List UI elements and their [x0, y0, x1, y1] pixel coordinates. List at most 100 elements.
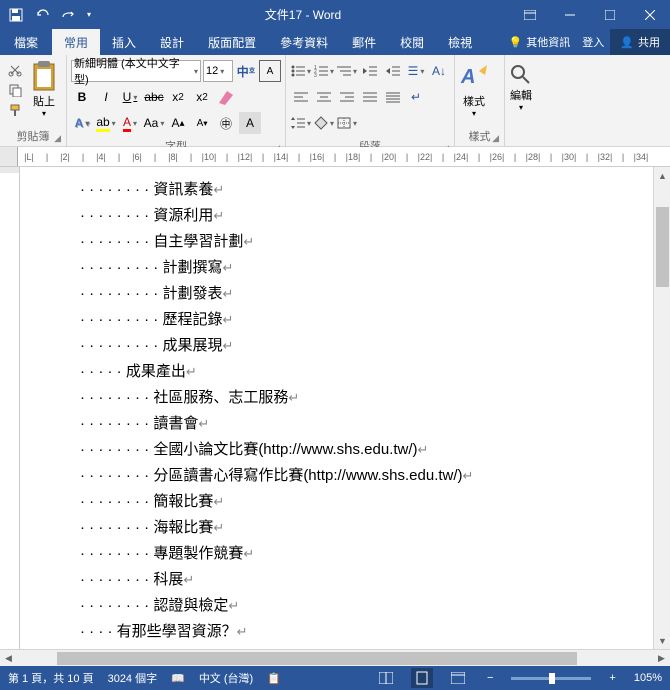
styles-dialog-launcher[interactable]: ◢: [492, 133, 499, 144]
align-center-button[interactable]: [313, 86, 335, 108]
grow-font-button[interactable]: A▴: [167, 112, 189, 134]
styles-button[interactable]: A 樣式 ▾: [459, 57, 489, 127]
tab-file[interactable]: 檔案: [0, 29, 52, 55]
doc-line[interactable]: · · · · · · · · 全國小論文比賽(http://www.shs.e…: [80, 437, 646, 463]
doc-line[interactable]: · · · · · · · · 科展↵: [80, 567, 646, 593]
print-layout-button[interactable]: [411, 668, 433, 688]
font-color-button[interactable]: A▾: [119, 112, 141, 134]
doc-line[interactable]: · · · · · · · · · 成果展現↵: [80, 333, 646, 359]
asian-layout-button[interactable]: ☰▾: [405, 60, 427, 82]
highlight-button[interactable]: ab▾: [95, 112, 117, 134]
tab-view[interactable]: 檢視: [436, 29, 484, 55]
tab-mailings[interactable]: 郵件: [340, 29, 388, 55]
close-button[interactable]: [630, 0, 670, 29]
vertical-scrollbar[interactable]: ▲ ▼: [653, 167, 670, 649]
zoom-in-button[interactable]: +: [605, 672, 619, 684]
clear-format-button[interactable]: [215, 86, 237, 108]
doc-line[interactable]: · · · · · · · · 讀書會↵: [80, 411, 646, 437]
justify-button[interactable]: [359, 86, 381, 108]
vertical-ruler[interactable]: [0, 167, 20, 649]
tab-layout[interactable]: 版面配置: [196, 29, 268, 55]
doc-line[interactable]: · · · · · · · · 分區讀書心得寫作比賽(http://www.sh…: [80, 463, 646, 489]
italic-button[interactable]: I: [95, 86, 117, 108]
superscript-button[interactable]: x2: [191, 86, 213, 108]
char-shading-button[interactable]: A: [239, 112, 261, 134]
save-button[interactable]: [4, 3, 28, 27]
share-button[interactable]: 👤共用: [610, 29, 670, 55]
shading-button[interactable]: ▾: [313, 112, 335, 134]
doc-line[interactable]: · · · · 有那些學習資源？↵: [80, 619, 646, 645]
document-page[interactable]: · · · · · · · · 資訊素養↵· · · · · · · · 資源利…: [20, 167, 670, 649]
bullets-button[interactable]: ▾: [290, 60, 312, 82]
doc-line[interactable]: · · · · · · · · 資源利用↵: [80, 203, 646, 229]
minimize-button[interactable]: [550, 0, 590, 29]
doc-line[interactable]: · · · · · · · · 海報比賽↵: [80, 515, 646, 541]
distribute-button[interactable]: [382, 86, 404, 108]
change-case-button[interactable]: Aa▾: [143, 112, 165, 134]
cut-button[interactable]: [6, 61, 24, 79]
tab-design[interactable]: 設計: [148, 29, 196, 55]
char-border-button[interactable]: A: [259, 60, 281, 82]
paste-button[interactable]: 貼上 ▾: [26, 57, 62, 127]
scroll-right-button[interactable]: ▶: [653, 650, 670, 666]
doc-line[interactable]: · · · · · · · · 社區服務、志工服務↵: [80, 385, 646, 411]
zoom-slider[interactable]: [511, 677, 591, 680]
maximize-button[interactable]: [590, 0, 630, 29]
doc-line[interactable]: · · · · · · · · · 歷程記錄↵: [80, 307, 646, 333]
subscript-button[interactable]: x2: [167, 86, 189, 108]
doc-line[interactable]: · · · · · · · · 資訊素養↵: [80, 177, 646, 203]
multilevel-list-button[interactable]: ▾: [336, 60, 358, 82]
ribbon-display-button[interactable]: [510, 0, 550, 29]
tab-review[interactable]: 校閱: [388, 29, 436, 55]
redo-button[interactable]: [56, 3, 80, 27]
scroll-down-button[interactable]: ▼: [654, 632, 670, 649]
scroll-thumb-h[interactable]: [57, 652, 577, 665]
zoom-level[interactable]: 105%: [634, 672, 662, 684]
scroll-thumb-v[interactable]: [656, 207, 669, 287]
scroll-up-button[interactable]: ▲: [654, 167, 670, 184]
doc-line[interactable]: · · · · · · · · 專題製作競賽↵: [80, 541, 646, 567]
show-marks-button[interactable]: ↵: [405, 86, 427, 108]
signin-button[interactable]: 登入: [576, 29, 610, 55]
scroll-left-button[interactable]: ◀: [0, 650, 17, 666]
doc-line[interactable]: · · · · · · · · 簡報比賽↵: [80, 489, 646, 515]
tell-me-button[interactable]: 💡其他資訊: [503, 29, 577, 55]
doc-line[interactable]: · · · · · 成果產出↵: [80, 359, 646, 385]
line-spacing-button[interactable]: ▾: [290, 112, 312, 134]
clipboard-dialog-launcher[interactable]: ◢: [54, 133, 61, 144]
text-effects-button[interactable]: A▾: [71, 112, 93, 134]
doc-line[interactable]: · · · · · · · · 認證與檢定↵: [80, 593, 646, 619]
underline-button[interactable]: U▾: [119, 86, 141, 108]
tab-insert[interactable]: 插入: [100, 29, 148, 55]
sort-button[interactable]: A↓: [428, 60, 450, 82]
horizontal-ruler[interactable]: |L|||2|||4|||6|||8|||10|||12|||14|||16||…: [0, 147, 670, 167]
copy-button[interactable]: [6, 81, 24, 99]
page-count[interactable]: 第 1 頁，共 10 頁: [8, 670, 94, 686]
editing-button[interactable]: 編輯 ▾: [509, 57, 533, 143]
horizontal-scrollbar[interactable]: ◀ ▶: [0, 649, 670, 666]
font-size-combo[interactable]: 12▾: [203, 60, 233, 82]
word-count[interactable]: 3024 個字: [108, 670, 158, 686]
tab-references[interactable]: 參考資料: [268, 29, 340, 55]
borders-button[interactable]: ▾: [336, 112, 358, 134]
decrease-indent-button[interactable]: [359, 60, 381, 82]
bold-button[interactable]: B: [71, 86, 93, 108]
read-mode-button[interactable]: [375, 668, 397, 688]
language-status[interactable]: 中文 (台灣): [199, 670, 253, 686]
doc-line[interactable]: · · · · · · · · · 計劃發表↵: [80, 281, 646, 307]
increase-indent-button[interactable]: [382, 60, 404, 82]
shrink-font-button[interactable]: A▾: [191, 112, 213, 134]
font-name-combo[interactable]: 新細明體 (本文中文字型)▾: [71, 60, 201, 82]
insert-mode[interactable]: 📋: [267, 672, 281, 685]
undo-button[interactable]: [30, 3, 54, 27]
format-painter-button[interactable]: [6, 101, 24, 119]
numbering-button[interactable]: 123▾: [313, 60, 335, 82]
spell-check-icon[interactable]: 📖: [171, 672, 185, 685]
zoom-out-button[interactable]: −: [483, 672, 497, 684]
align-right-button[interactable]: [336, 86, 358, 108]
enclose-char-button[interactable]: ㊥: [215, 112, 237, 134]
web-layout-button[interactable]: [447, 668, 469, 688]
strikethrough-button[interactable]: abc: [143, 86, 165, 108]
qat-customize-button[interactable]: ▾: [82, 3, 96, 27]
doc-line[interactable]: · · · · · · · · · 計劃撰寫↵: [80, 255, 646, 281]
